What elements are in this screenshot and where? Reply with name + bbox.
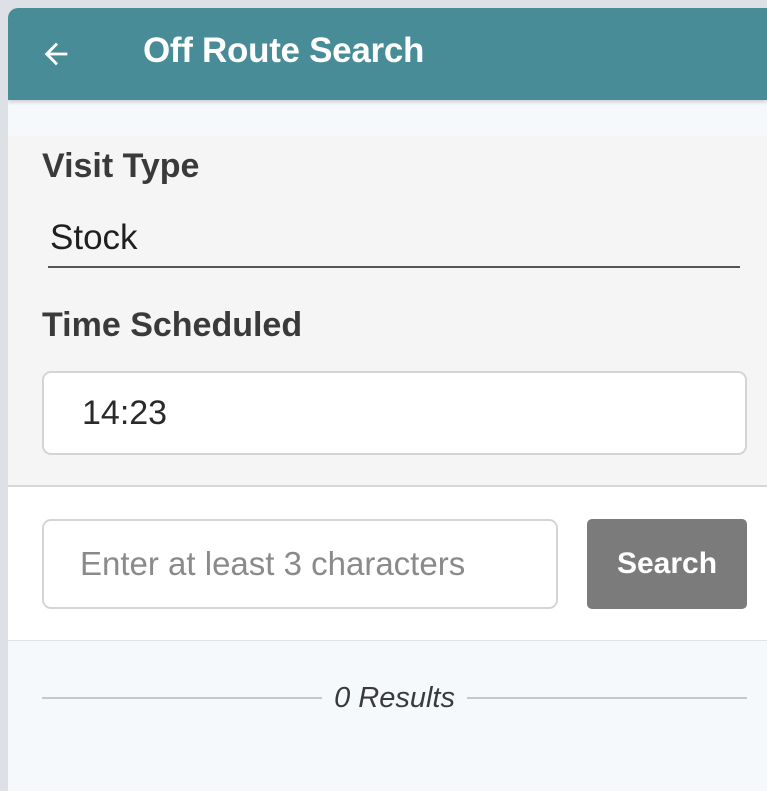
time-scheduled-label: Time Scheduled [42, 306, 303, 344]
results-divider: 0 Results [42, 676, 748, 720]
divider [8, 640, 767, 641]
search-button[interactable]: Search [587, 519, 747, 609]
results-line-left [42, 697, 323, 699]
app-screen: Off Route Search Visit Type Stock Time S… [8, 8, 767, 791]
time-scheduled-field[interactable]: 14:23 [42, 371, 747, 455]
results-line-right [466, 697, 748, 699]
app-bar: Off Route Search [8, 8, 767, 100]
visit-type-select[interactable]: Stock [48, 216, 740, 268]
arrow-left-icon [44, 42, 68, 66]
visit-type-label: Visit Type [42, 147, 200, 185]
results-count: 0 Results [334, 681, 455, 714]
back-button[interactable] [32, 30, 80, 78]
page-title: Off Route Search [143, 31, 425, 70]
search-input[interactable]: Enter at least 3 characters [42, 519, 558, 609]
